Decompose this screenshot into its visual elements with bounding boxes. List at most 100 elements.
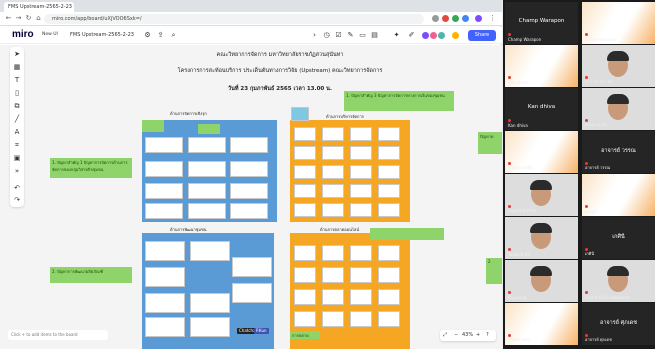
sticky-note[interactable] (294, 267, 316, 283)
user-avatar[interactable] (452, 32, 459, 39)
side-label-2[interactable]: 2 (486, 258, 502, 284)
sticky-note[interactable] (294, 311, 316, 327)
sticky-note[interactable] (232, 257, 272, 277)
sticky-note[interactable] (350, 165, 372, 179)
sticky-note[interactable] (378, 165, 400, 179)
sticky-note[interactable] (145, 203, 183, 219)
video-icon[interactable]: ▭ (358, 31, 367, 40)
pen-icon[interactable]: ✐ (407, 31, 416, 40)
participant-tile[interactable]: อาจารย์ ศุภเดช อาจารย์ ศุภเดช (582, 303, 655, 345)
sticky-note[interactable] (350, 127, 372, 141)
board-canvas[interactable]: คณะวิทยาการจัดการ มหาวิทยาลัยราชภัฏสวนสุ… (0, 45, 502, 349)
participant-tile[interactable]: sangrit (582, 174, 655, 216)
sticky-note[interactable] (188, 137, 226, 153)
sticky-note[interactable] (188, 161, 226, 177)
sticky-note[interactable] (145, 183, 183, 199)
sticky-note[interactable] (350, 289, 372, 305)
sticky-note[interactable] (378, 127, 400, 141)
sticky-note[interactable] (322, 165, 344, 179)
menu-icon[interactable]: ⋮ (488, 14, 497, 23)
reaction-icon[interactable]: ✦ (392, 31, 401, 40)
sticky-note[interactable] (190, 317, 230, 337)
participant-tile[interactable]: Piyapong (505, 260, 578, 302)
sticky-note[interactable] (378, 289, 400, 305)
collaborator-avatar[interactable] (438, 32, 445, 39)
settings-icon[interactable]: ⚙ (143, 31, 152, 40)
sticky-note[interactable] (145, 317, 185, 337)
share-button[interactable]: Share (468, 30, 496, 41)
side-label[interactable]: ปัญหาด (478, 132, 502, 154)
select-icon[interactable]: ➤ (12, 49, 22, 59)
present-icon[interactable]: ▤ (370, 31, 379, 40)
participant-tile[interactable]: Kan dhiva Kan dhiva (505, 88, 578, 130)
sticky-note[interactable] (230, 161, 268, 177)
sticky-note[interactable] (322, 311, 344, 327)
text-icon[interactable]: T (12, 75, 22, 85)
extension-icon[interactable] (452, 15, 459, 22)
upload-icon[interactable]: ▣ (12, 153, 22, 163)
browser-tab[interactable]: FMS Upstream-2565-2-23 - Miro (4, 2, 74, 12)
sticky-note[interactable] (230, 203, 268, 219)
cyan-note[interactable] (291, 107, 309, 121)
shapes-icon[interactable]: ⧉ (12, 101, 22, 111)
reload-icon[interactable]: ↻ (24, 14, 33, 23)
sticky-note[interactable] (378, 203, 400, 217)
pen-icon[interactable]: ╱ (12, 114, 22, 124)
sticky-note[interactable] (294, 289, 316, 305)
participant-tile[interactable]: อาจารย์ สุภาพร (582, 45, 655, 87)
search-icon[interactable]: ⌕ (169, 31, 178, 40)
sticky-note[interactable] (322, 146, 344, 160)
fit-icon[interactable]: ⤢ (443, 330, 447, 341)
sticky-note[interactable] (322, 184, 344, 198)
sticky-note[interactable] (145, 267, 185, 287)
vote-icon[interactable]: ☑ (334, 31, 343, 40)
participant-tile[interactable]: Kan dhiva (505, 45, 578, 87)
sticky-note[interactable] (190, 293, 230, 313)
participant-tile[interactable]: ลำพักษาพงษ์... (505, 303, 578, 345)
sticky-note[interactable] (145, 293, 185, 313)
collaborator-avatar[interactable] (430, 32, 437, 39)
sticky-note[interactable] (378, 184, 400, 198)
home-icon[interactable]: ⌂ (34, 14, 43, 23)
sticky-note[interactable] (322, 245, 344, 261)
board-name[interactable]: FMS Upstream-2565-2-23 (70, 32, 134, 38)
sticky-note[interactable] (378, 267, 400, 283)
sticky-note[interactable] (145, 137, 183, 153)
share-upload-icon[interactable]: ⇪ (156, 31, 165, 40)
sticky-note[interactable] (294, 146, 316, 160)
participant-tile[interactable]: Asst.Prof.Dr.Laddawan (582, 260, 655, 302)
sticky-note[interactable] (322, 289, 344, 305)
issue-label-3[interactable]: 1. ปัญหาสำคัญ 3 ปัญหาการจัดการทางการเงิน… (344, 91, 454, 111)
extension-icon[interactable] (462, 15, 469, 22)
url-field[interactable]: miro.com/app/board/uXjVOO6Sxk=/ (44, 14, 424, 24)
sticky-note[interactable] (350, 184, 372, 198)
undo-icon[interactable]: ↶ (12, 183, 22, 193)
templates-icon[interactable]: ▦ (12, 62, 22, 72)
sticky-note[interactable] (190, 241, 230, 261)
issue-label-2[interactable]: 2. ปัญหาการพัฒนาผลิตภัณฑ์ (50, 267, 132, 283)
participant-tile[interactable]: Tanakrit Kit (505, 217, 578, 259)
extension-icon[interactable] (442, 15, 449, 22)
participant-tile[interactable]: Champ Warapon Champ Warapon (505, 2, 578, 44)
connector-icon[interactable]: A (12, 127, 22, 137)
sticky-note[interactable] (350, 146, 372, 160)
sticky-note[interactable] (378, 245, 400, 261)
sticky-note[interactable] (232, 283, 272, 303)
sticky-note[interactable] (350, 311, 372, 327)
zoom-in-icon[interactable]: + (476, 330, 480, 341)
profile-avatar[interactable] (475, 15, 482, 22)
participant-tile[interactable]: ผศ.ดร.นวพร (582, 88, 655, 130)
sticky-note[interactable] (230, 137, 268, 153)
extension-icon[interactable] (432, 15, 439, 22)
sticky-note[interactable] (294, 245, 316, 261)
sticky-note[interactable] (322, 267, 344, 283)
sticky-note[interactable] (188, 203, 226, 219)
participant-tile[interactable]: ลำพันระดับชั้น (505, 131, 578, 173)
sticky-note[interactable] (188, 183, 226, 199)
participant-tile[interactable]: เกศินี เกศินี (582, 217, 655, 259)
sticky-note[interactable] (294, 165, 316, 179)
redo-icon[interactable]: ↷ (12, 195, 22, 205)
miro-logo[interactable]: miro (12, 29, 34, 40)
frame-icon[interactable]: ⌗ (12, 140, 22, 150)
zoom-out-icon[interactable]: − (454, 330, 458, 341)
